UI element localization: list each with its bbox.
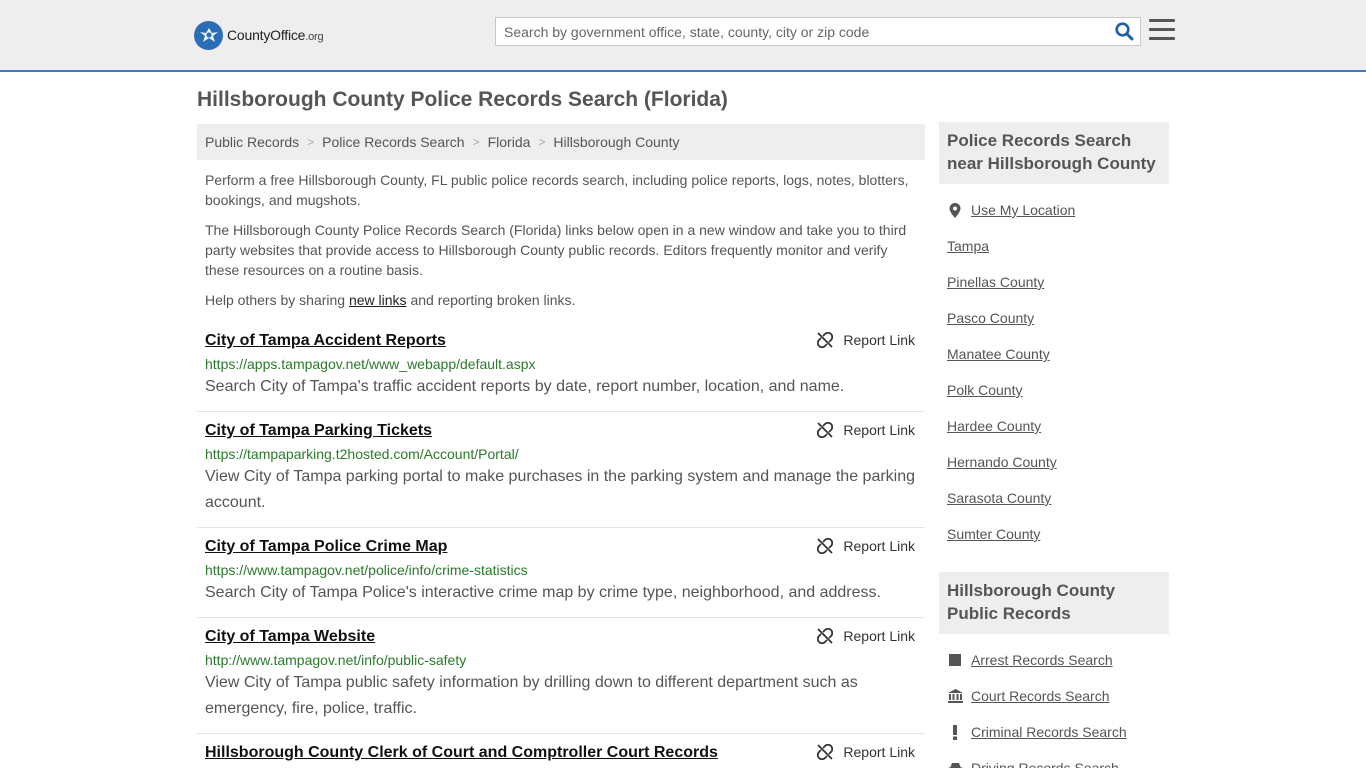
list-item: Pinellas County <box>947 264 1169 300</box>
report-link-button[interactable]: Report Link <box>817 744 915 760</box>
seal-icon <box>194 20 223 50</box>
breadcrumb-separator: > <box>472 135 480 149</box>
intro-paragraph-3: Help others by sharing new links and rep… <box>205 292 576 308</box>
result-title-link[interactable]: City of Tampa Parking Tickets <box>205 421 432 441</box>
list-item: Hardee County <box>947 408 1169 444</box>
result-description: Search City of Tampa Police's interactiv… <box>205 584 881 601</box>
list-item: Driving Records Search <box>947 750 1169 768</box>
arrest-records-link[interactable]: Arrest Records Search <box>971 652 1113 668</box>
list-item: Criminal Records Search <box>947 714 1169 750</box>
logo-text: CountyOffice.org <box>227 27 324 43</box>
result-url: https://www.tampagov.net/police/info/cri… <box>205 562 528 578</box>
nearby-link-sumter[interactable]: Sumter County <box>947 526 1040 542</box>
result-url: http://www.tampagov.net/info/public-safe… <box>205 652 467 668</box>
sidebar-nearby: Police Records Search near Hillsborough … <box>939 122 1169 552</box>
search-input[interactable] <box>496 18 1108 45</box>
breadcrumb-hillsborough-county[interactable]: Hillsborough County <box>553 134 679 150</box>
nearby-link-manatee[interactable]: Manatee County <box>947 346 1050 362</box>
list-item: Polk County <box>947 372 1169 408</box>
list-item: Court Records Search <box>947 678 1169 714</box>
car-icon <box>947 762 963 768</box>
search-icon <box>1114 22 1133 41</box>
nearby-link-hardee[interactable]: Hardee County <box>947 418 1041 434</box>
result-item: City of Tampa Parking Tickets Report Lin… <box>197 412 925 528</box>
exclamation-icon <box>947 724 963 740</box>
result-item: City of Tampa Accident Reports Report Li… <box>197 322 925 412</box>
nearby-list: Use My Location Tampa Pinellas County Pa… <box>939 192 1169 552</box>
square-icon <box>947 654 963 666</box>
hamburger-menu-icon[interactable] <box>1149 19 1175 43</box>
result-item: Hillsborough County Clerk of Court and C… <box>197 734 925 768</box>
nearby-link-sarasota[interactable]: Sarasota County <box>947 490 1051 506</box>
list-item: Hernando County <box>947 444 1169 480</box>
list-item: Sumter County <box>947 516 1169 552</box>
nearby-link-tampa[interactable]: Tampa <box>947 238 989 254</box>
site-header: CountyOffice.org <box>0 0 1366 72</box>
report-link-button[interactable]: Report Link <box>817 422 915 438</box>
site-logo[interactable]: CountyOffice.org <box>194 20 324 50</box>
intro-paragraph-2: The Hillsborough County Police Records S… <box>205 222 907 278</box>
use-my-location-link[interactable]: Use My Location <box>971 202 1075 218</box>
nearby-link-polk[interactable]: Polk County <box>947 382 1022 398</box>
report-link-button[interactable]: Report Link <box>817 332 915 348</box>
breadcrumb-florida[interactable]: Florida <box>488 134 531 150</box>
result-item: City of Tampa Police Crime Map Report Li… <box>197 528 925 618</box>
court-records-link[interactable]: Court Records Search <box>971 688 1110 704</box>
result-description: View City of Tampa public safety informa… <box>205 674 858 717</box>
public-records-list: Arrest Records Search Court Records Sear… <box>939 642 1169 768</box>
report-link-button[interactable]: Report Link <box>817 538 915 554</box>
list-item: Pasco County <box>947 300 1169 336</box>
broken-link-icon <box>817 628 834 644</box>
search-bar <box>495 17 1141 46</box>
result-title-link[interactable]: Hillsborough County Clerk of Court and C… <box>205 743 718 763</box>
result-url: https://apps.tampagov.net/www_webapp/def… <box>205 356 536 372</box>
report-link-button[interactable]: Report Link <box>817 628 915 644</box>
result-title-link[interactable]: City of Tampa Accident Reports <box>205 331 446 351</box>
breadcrumb-public-records[interactable]: Public Records <box>205 134 299 150</box>
sidebar-public-records: Hillsborough County Public Records Arres… <box>939 572 1169 768</box>
new-links-link[interactable]: new links <box>349 292 407 308</box>
result-title-link[interactable]: City of Tampa Website <box>205 627 375 647</box>
result-description: View City of Tampa parking portal to mak… <box>205 468 916 511</box>
breadcrumb: Public Records > Police Records Search >… <box>197 124 925 160</box>
sidebar-nearby-title: Police Records Search near Hillsborough … <box>939 122 1169 184</box>
list-item: Use My Location <box>947 192 1169 228</box>
search-button[interactable] <box>1108 18 1140 45</box>
location-pin-icon <box>947 202 963 218</box>
result-title-link[interactable]: City of Tampa Police Crime Map <box>205 537 447 557</box>
broken-link-icon <box>817 744 834 760</box>
nearby-link-hernando[interactable]: Hernando County <box>947 454 1057 470</box>
result-item: City of Tampa Website Report Link http:/… <box>197 618 925 734</box>
broken-link-icon <box>817 332 834 348</box>
intro-paragraph-1: Perform a free Hillsborough County, FL p… <box>205 172 909 208</box>
broken-link-icon <box>817 538 834 554</box>
broken-link-icon <box>817 422 834 438</box>
courthouse-icon <box>947 689 963 703</box>
breadcrumb-separator: > <box>307 135 315 149</box>
breadcrumb-police-records-search[interactable]: Police Records Search <box>322 134 464 150</box>
sidebar-public-records-title: Hillsborough County Public Records <box>939 572 1169 634</box>
nearby-link-pasco[interactable]: Pasco County <box>947 310 1034 326</box>
criminal-records-link[interactable]: Criminal Records Search <box>971 724 1127 740</box>
page-title: Hillsborough County Police Records Searc… <box>197 88 728 111</box>
list-item: Manatee County <box>947 336 1169 372</box>
result-description: Search City of Tampa's traffic accident … <box>205 378 845 395</box>
list-item: Tampa <box>947 228 1169 264</box>
driving-records-link[interactable]: Driving Records Search <box>971 760 1119 768</box>
breadcrumb-separator: > <box>538 135 546 149</box>
nearby-link-pinellas[interactable]: Pinellas County <box>947 274 1044 290</box>
list-item: Arrest Records Search <box>947 642 1169 678</box>
list-item: Sarasota County <box>947 480 1169 516</box>
result-url: https://tampaparking.t2hosted.com/Accoun… <box>205 446 519 462</box>
results-list: City of Tampa Accident Reports Report Li… <box>197 322 925 768</box>
